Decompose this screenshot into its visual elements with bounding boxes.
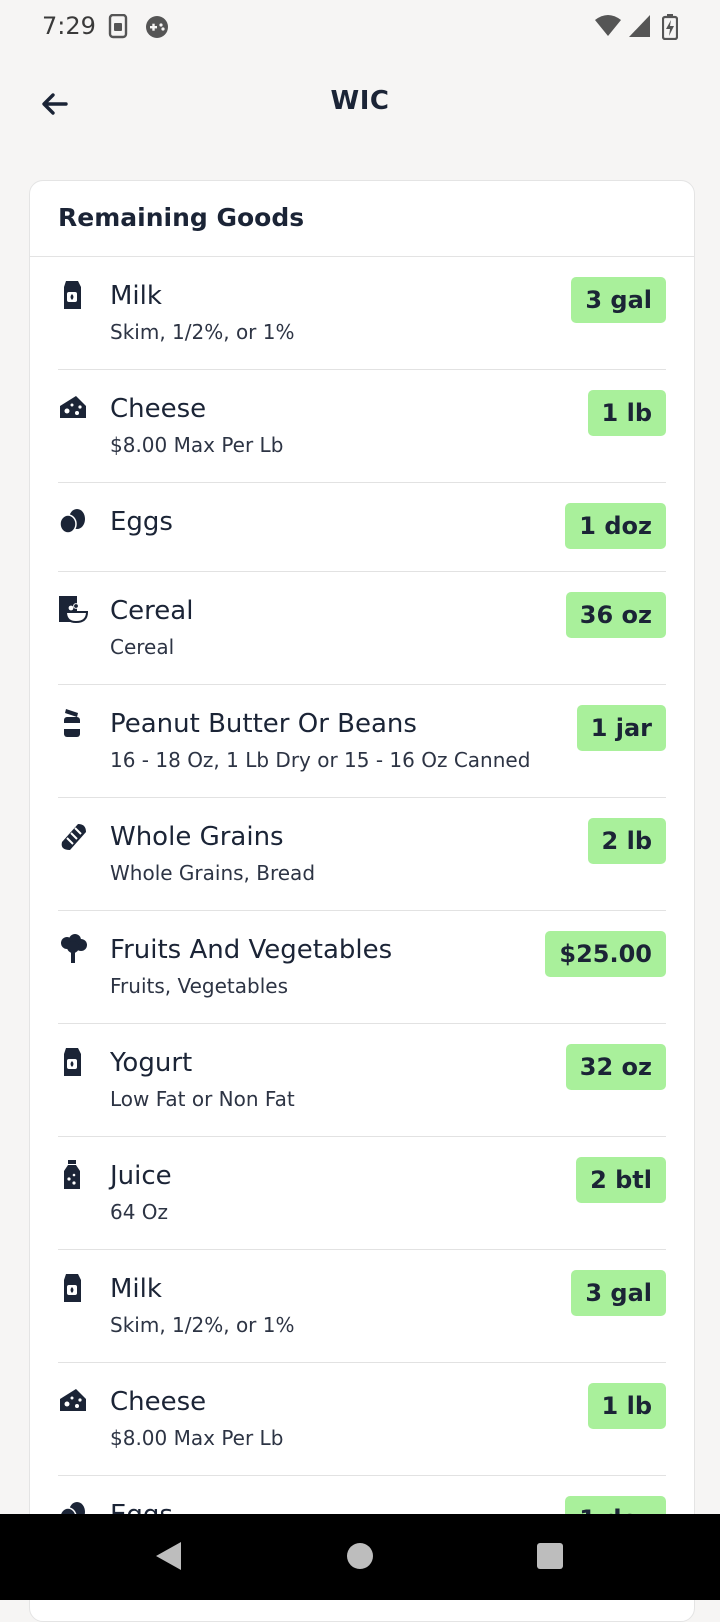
- item-name: Whole Grains: [110, 822, 284, 852]
- game-controller-icon: [144, 14, 170, 44]
- jar-icon: [58, 707, 88, 739]
- wifi-icon: [594, 14, 622, 42]
- item-detail: Skim, 1/2%, or 1%: [110, 320, 295, 344]
- list-item: Yogurt Low Fat or Non Fat 32 oz: [58, 1024, 666, 1137]
- amount-badge: 1 doz: [565, 503, 666, 549]
- cheese-icon: [58, 1385, 88, 1417]
- item-name: Eggs: [110, 507, 173, 537]
- system-nav-bar: [0, 1514, 720, 1600]
- sim-card-icon: [108, 13, 130, 44]
- amount-badge: 3 gal: [571, 1270, 666, 1316]
- list-item: Peanut Butter Or Beans 16 - 18 Oz, 1 Lb …: [58, 685, 666, 798]
- nav-recents-button[interactable]: [528, 1536, 572, 1580]
- list-item: Eggs 1 doz: [58, 483, 666, 572]
- list-item: Whole Grains Whole Grains, Bread 2 lb: [58, 798, 666, 911]
- amount-badge: 32 oz: [565, 1044, 666, 1090]
- remaining-goods-card: Remaining Goods Milk Skim, 1/2%, or 1% 3…: [29, 180, 695, 1622]
- amount-badge: 1 lb: [587, 390, 666, 436]
- milk-carton-icon: [58, 1272, 88, 1304]
- goods-list: Milk Skim, 1/2%, or 1% 3 gal Cheese $8.0…: [58, 257, 666, 1565]
- page-title: WIC: [330, 86, 390, 116]
- item-name: Peanut Butter Or Beans: [110, 709, 417, 739]
- status-bar: 7:29: [0, 0, 720, 54]
- app-bar: WIC: [0, 54, 720, 154]
- status-time: 7:29: [42, 12, 96, 40]
- battery-charging-icon: [661, 14, 679, 44]
- item-name: Fruits And Vegetables: [110, 935, 393, 965]
- bottle-icon: [58, 1159, 88, 1191]
- list-item: Fruits And Vegetables Fruits, Vegetables…: [58, 911, 666, 1024]
- item-detail: Skim, 1/2%, or 1%: [110, 1313, 295, 1337]
- amount-badge: 1 jar: [576, 705, 666, 751]
- cereal-icon: [58, 594, 89, 626]
- list-item: Cheese $8.00 Max Per Lb 1 lb: [58, 1363, 666, 1476]
- item-detail: Fruits, Vegetables: [110, 974, 288, 998]
- item-detail: Low Fat or Non Fat: [110, 1087, 295, 1111]
- milk-carton-icon: [58, 1046, 88, 1078]
- item-name: Cheese: [110, 1387, 207, 1417]
- nav-home-button[interactable]: [338, 1536, 382, 1580]
- amount-badge: 2 btl: [576, 1157, 666, 1203]
- amount-badge: 36 oz: [565, 592, 666, 638]
- list-item: Cheese $8.00 Max Per Lb 1 lb: [58, 370, 666, 483]
- bread-icon: [58, 820, 88, 852]
- broccoli-icon: [58, 933, 88, 965]
- item-detail: Cereal: [110, 635, 175, 659]
- list-item: Juice 64 Oz 2 btl: [58, 1137, 666, 1250]
- item-name: Milk: [110, 1274, 162, 1304]
- card-title: Remaining Goods: [58, 203, 305, 232]
- home-circle-icon: [346, 1542, 374, 1574]
- amount-badge: 3 gal: [571, 277, 666, 323]
- back-triangle-icon: [153, 1540, 183, 1576]
- item-name: Milk: [110, 281, 162, 311]
- item-name: Cheese: [110, 394, 207, 424]
- list-item: Milk Skim, 1/2%, or 1% 3 gal: [58, 257, 666, 370]
- item-detail: 16 - 18 Oz, 1 Lb Dry or 15 - 16 Oz Canne…: [110, 748, 531, 772]
- item-detail: $8.00 Max Per Lb: [110, 433, 284, 457]
- list-item: Cereal Cereal 36 oz: [58, 572, 666, 685]
- nav-back-button[interactable]: [146, 1536, 190, 1580]
- item-detail: 64 Oz: [110, 1200, 169, 1224]
- item-name: Yogurt: [110, 1048, 193, 1078]
- item-detail: $8.00 Max Per Lb: [110, 1426, 284, 1450]
- list-item: Milk Skim, 1/2%, or 1% 3 gal: [58, 1250, 666, 1363]
- milk-carton-icon: [58, 279, 88, 311]
- amount-badge: 1 lb: [587, 1383, 666, 1429]
- item-name: Juice: [110, 1161, 172, 1191]
- eggs-icon: [58, 505, 88, 537]
- amount-badge: 2 lb: [587, 818, 666, 864]
- cheese-icon: [58, 392, 88, 424]
- cell-signal-icon: [628, 14, 652, 42]
- recents-square-icon: [536, 1542, 564, 1574]
- amount-badge: $25.00: [545, 931, 666, 977]
- item-detail: Whole Grains, Bread: [110, 861, 316, 885]
- item-name: Cereal: [110, 596, 194, 626]
